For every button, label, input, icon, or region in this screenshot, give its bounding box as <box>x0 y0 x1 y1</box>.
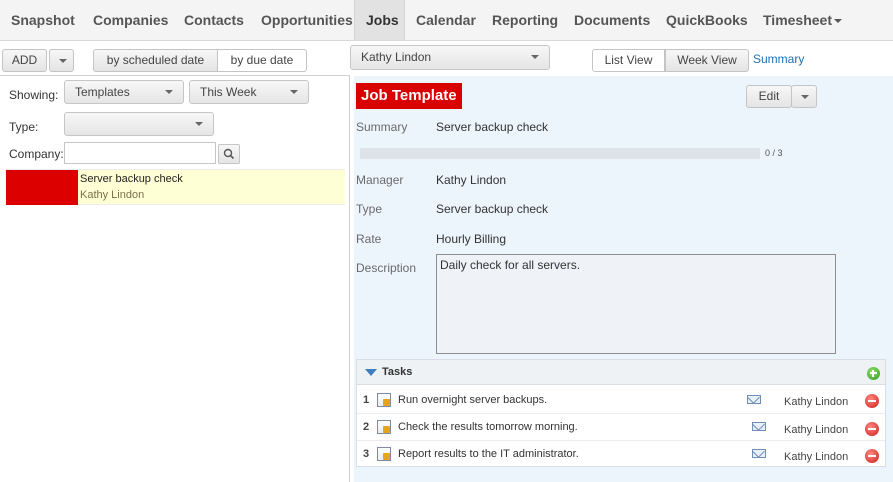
task-name: Check the results tomorrow morning. <box>398 421 578 433</box>
chevron-down-icon <box>165 90 173 94</box>
company-input[interactable] <box>64 142 216 164</box>
nav-jobs[interactable]: Jobs <box>354 0 405 40</box>
chevron-down-icon <box>801 94 809 99</box>
nav-companies[interactable]: Companies <box>82 0 173 40</box>
showing-label: Showing: <box>9 88 59 102</box>
nav-quickbooks[interactable]: QuickBooks <box>655 0 752 40</box>
email-icon[interactable] <box>747 395 761 404</box>
email-icon[interactable] <box>752 422 766 431</box>
nav-timesheet[interactable]: Timesheet <box>752 0 842 40</box>
task-row[interactable]: 2 Check the results tomorrow morning. Ka… <box>357 414 885 441</box>
task-number: 2 <box>363 421 370 433</box>
company-search-button[interactable] <box>218 144 240 164</box>
manager-field-value: Kathy Lindon <box>436 173 507 187</box>
tasks-header[interactable]: Tasks <box>357 360 885 385</box>
user-select-value: Kathy Lindon <box>361 50 432 64</box>
chevron-down-icon <box>834 19 842 24</box>
task-number: 1 <box>363 394 370 406</box>
type-field-label: Type <box>356 202 383 216</box>
showing-select[interactable]: Templates <box>64 80 184 104</box>
add-button[interactable]: ADD <box>2 49 47 72</box>
job-color-swatch <box>6 170 78 205</box>
description-field-label: Description <box>356 261 417 275</box>
type-field-value: Server backup check <box>436 202 549 216</box>
chevron-down-icon <box>531 55 539 59</box>
task-assignee: Kathy Lindon <box>784 451 849 463</box>
task-icon <box>377 420 391 434</box>
job-list-panel: Showing: Templates This Week Type: Compa… <box>0 75 350 482</box>
type-select[interactable] <box>64 112 214 136</box>
nav-reporting[interactable]: Reporting <box>481 0 563 40</box>
remove-task-icon[interactable] <box>865 449 879 463</box>
email-icon[interactable] <box>752 449 766 458</box>
type-label: Type: <box>9 120 39 134</box>
collapse-triangle-icon[interactable] <box>365 369 377 376</box>
job-list-item[interactable]: Server backup check Kathy Lindon <box>5 169 345 205</box>
by-scheduled-date-button[interactable]: by scheduled date <box>93 49 218 72</box>
chevron-down-icon <box>290 90 298 94</box>
showing-select-value: Templates <box>75 85 130 99</box>
remove-task-icon[interactable] <box>865 394 879 408</box>
tasks-section: Tasks 1 Run overnight server backups. Ka… <box>356 359 886 467</box>
rate-field-label: Rate <box>356 232 382 246</box>
edit-button[interactable]: Edit <box>746 85 792 108</box>
edit-dropdown-button[interactable] <box>791 85 817 108</box>
list-view-button[interactable]: List View <box>592 49 665 72</box>
main-nav: Snapshot Companies Contacts Opportunitie… <box>0 0 893 41</box>
job-list-item-title: Server backup check <box>80 173 183 185</box>
company-label: Company: <box>9 147 64 161</box>
nav-timesheet-label: Timesheet <box>763 12 832 28</box>
search-icon <box>223 148 235 160</box>
summary-field-label: Summary <box>356 120 408 134</box>
task-progress-bar <box>360 148 760 159</box>
task-assignee: Kathy Lindon <box>784 424 849 436</box>
summary-link[interactable]: Summary <box>753 52 804 66</box>
job-list-item-person: Kathy Lindon <box>80 189 145 201</box>
by-due-date-button[interactable]: by due date <box>217 49 307 72</box>
job-template-header: Job Template <box>356 83 462 109</box>
task-row[interactable]: 3 Report results to the IT administrator… <box>357 441 885 468</box>
task-name: Report results to the IT administrator. <box>398 448 579 460</box>
nav-documents[interactable]: Documents <box>563 0 655 40</box>
tasks-title: Tasks <box>382 366 413 378</box>
description-textbox[interactable]: Daily check for all servers. <box>436 254 836 354</box>
rate-field-value: Hourly Billing <box>436 232 507 246</box>
summary-field-value: Server backup check <box>436 120 549 134</box>
task-number: 3 <box>363 448 370 460</box>
task-progress-text: 0 / 3 <box>765 148 783 158</box>
nav-snapshot[interactable]: Snapshot <box>0 0 82 40</box>
period-select[interactable]: This Week <box>189 80 309 104</box>
task-name: Run overnight server backups. <box>398 394 548 406</box>
nav-calendar[interactable]: Calendar <box>405 0 481 40</box>
chevron-down-icon <box>195 122 203 126</box>
chevron-down-icon <box>58 58 67 63</box>
week-view-button[interactable]: Week View <box>665 49 749 72</box>
nav-contacts[interactable]: Contacts <box>173 0 250 40</box>
user-select[interactable]: Kathy Lindon <box>350 45 550 70</box>
remove-task-icon[interactable] <box>865 422 879 436</box>
job-detail-panel: Job Template Edit Summary Server backup … <box>354 76 893 482</box>
task-icon <box>377 393 391 407</box>
task-assignee: Kathy Lindon <box>784 396 849 408</box>
manager-field-label: Manager <box>356 173 404 187</box>
period-select-value: This Week <box>200 85 257 99</box>
task-icon <box>377 447 391 461</box>
task-row[interactable]: 1 Run overnight server backups. Kathy Li… <box>357 387 885 414</box>
nav-opportunities[interactable]: Opportunities <box>250 0 354 40</box>
add-dropdown-button[interactable] <box>49 49 74 72</box>
add-task-icon[interactable] <box>867 367 880 380</box>
